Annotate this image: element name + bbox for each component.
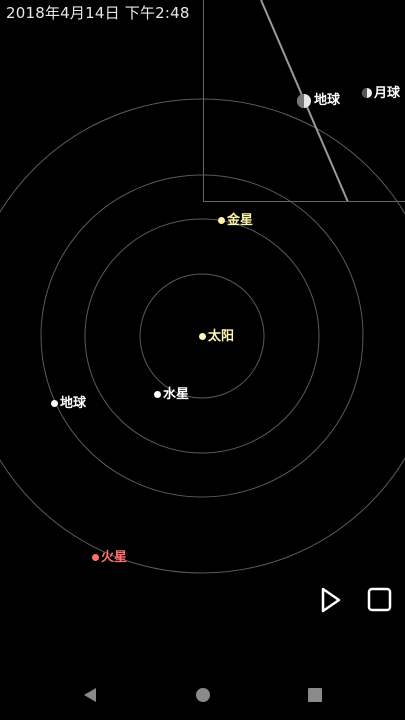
mars-dot [92,554,99,561]
play-icon [321,587,341,613]
recents-button[interactable] [305,685,325,705]
stop-button[interactable] [366,586,394,614]
navigation-bar [0,670,405,720]
mercury-label: 水星 [163,387,190,402]
recents-square-icon [308,688,322,702]
inset-canvas [260,0,372,201]
venus-dot [218,217,225,224]
mars-label: 火星 [101,550,128,565]
mercury-dot [154,391,161,398]
play-button[interactable] [318,586,344,614]
back-button[interactable] [80,685,100,705]
earth-label: 地球 [60,396,87,411]
inset-moon-label: 月球 [374,86,401,101]
venus-label: 金星 [227,213,254,228]
inset-moon-shadow [362,88,367,98]
back-triangle-icon [84,688,96,702]
inset-earth-label: 地球 [314,93,341,108]
sun-label: 太阳 [208,329,235,344]
stop-icon [367,587,392,612]
sun-dot [199,333,206,340]
inset-earth-shadow [297,94,304,108]
home-circle-icon [196,688,210,702]
earth-dot [51,400,58,407]
earth-moon-inset: 地球 月球 [203,0,405,202]
home-button[interactable] [193,685,213,705]
